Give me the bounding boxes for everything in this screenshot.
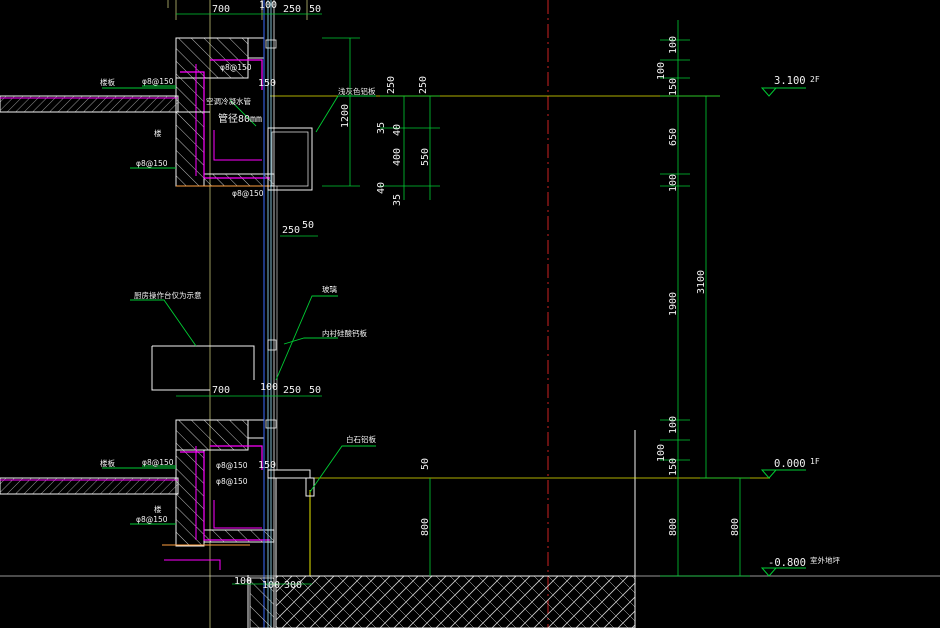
label-pipe2: 管径80mm xyxy=(218,112,262,125)
cad-wall-section-drawing: 700 100 250 50 150 250 50 700 100 250 50… xyxy=(0,0,940,628)
dim-150-mid: 150 xyxy=(258,460,276,471)
dim-300-bot: 300 xyxy=(284,580,302,591)
dim-250-v2: 250 xyxy=(418,76,429,94)
reference-lines xyxy=(0,0,940,628)
level-ground-tag: 室外地坪 xyxy=(810,555,840,565)
label-phi-bot3: φ8@150 xyxy=(216,477,248,486)
dimension-lines xyxy=(176,13,750,585)
rdim-100a: 100 xyxy=(656,62,667,80)
dim-35-a: 35 xyxy=(376,122,387,134)
label-stair-bot: 楼 xyxy=(154,504,162,514)
dim-50-top: 50 xyxy=(309,4,321,15)
label-floor-bot: 楼板 xyxy=(100,458,115,468)
callout-white-stone-panel: 白石铝板 xyxy=(346,434,376,444)
rdim-100d: 100 xyxy=(656,444,667,462)
dim-100-mid: 100 xyxy=(260,382,278,393)
label-phi-mid-left: φ8@150 xyxy=(136,159,168,168)
label-floor-top: 楼板 xyxy=(100,77,115,87)
floor-slab-lower xyxy=(0,419,275,570)
level-1f-value: 0.000 xyxy=(774,458,806,470)
dim-250-mid: 250 xyxy=(283,385,301,396)
dim-100-top: 100 xyxy=(259,0,277,11)
dim-1200: 1200 xyxy=(340,104,351,128)
label-phi-top2: φ8@150 xyxy=(220,63,252,72)
dim-35-b: 35 xyxy=(392,194,403,206)
label-phi-bot4: φ8@150 xyxy=(136,515,168,524)
dim-250-b: 250 xyxy=(282,225,300,236)
level-marker-1f xyxy=(760,469,806,479)
rdim-150b: 150 xyxy=(668,458,679,476)
dim-700-mid: 700 xyxy=(212,385,230,396)
rdim-100b: 100 xyxy=(668,36,679,54)
dim-40-b: 40 xyxy=(376,182,387,194)
level-2f-value: 3.100 xyxy=(774,75,806,87)
dim-700-top: 700 xyxy=(212,4,230,15)
rdim-150a: 150 xyxy=(668,78,679,96)
dim-550: 550 xyxy=(420,148,431,166)
callout-glass: 玻璃 xyxy=(322,284,337,294)
callout-kitchen-counter: 厨房操作台仅为示意 xyxy=(134,290,202,300)
rdim-100c: 100 xyxy=(668,174,679,192)
level-marker-ground xyxy=(760,567,806,577)
label-stair-top: 楼 xyxy=(154,128,162,138)
rdim-800b: 800 xyxy=(730,518,741,536)
rdim-800: 800 xyxy=(668,518,679,536)
label-phi-bot: φ8@150 xyxy=(142,458,174,467)
level-marker-2f xyxy=(760,87,806,97)
dim-50-b: 50 xyxy=(302,220,314,231)
level-2f-tag: 2F xyxy=(810,75,820,84)
dim-250-top: 250 xyxy=(283,4,301,15)
level-1f-tag: 1F xyxy=(810,457,820,466)
label-phi-top: φ8@150 xyxy=(142,77,174,86)
dim-400: 400 xyxy=(392,148,403,166)
level-ground-value: -0.800 xyxy=(768,557,806,569)
label-phi-bot2: φ8@150 xyxy=(216,461,248,470)
dim-50-mid: 50 xyxy=(309,385,321,396)
dim-150-a: 150 xyxy=(258,78,276,89)
rdim-100e: 100 xyxy=(668,416,679,434)
callout-lining-board: 内衬硅酸钙板 xyxy=(322,328,367,338)
dim-50-v: 50 xyxy=(420,458,431,470)
rdim-650: 650 xyxy=(668,128,679,146)
dim-100-bot2: 100 xyxy=(262,580,280,591)
callout-light-gray-panel: 浅灰色铝板 xyxy=(338,86,376,96)
rdim-3100: 3100 xyxy=(696,270,707,294)
dim-100-bot: 100 xyxy=(234,576,252,587)
rdim-1900: 1900 xyxy=(668,292,679,316)
dim-40-a: 40 xyxy=(392,124,403,136)
dim-250-v1: 250 xyxy=(386,76,397,94)
label-phi-top-lower: φ8@150 xyxy=(232,189,264,198)
label-pipe: 空调冷凝水管 xyxy=(206,96,251,106)
dim-800-a: 800 xyxy=(420,518,431,536)
